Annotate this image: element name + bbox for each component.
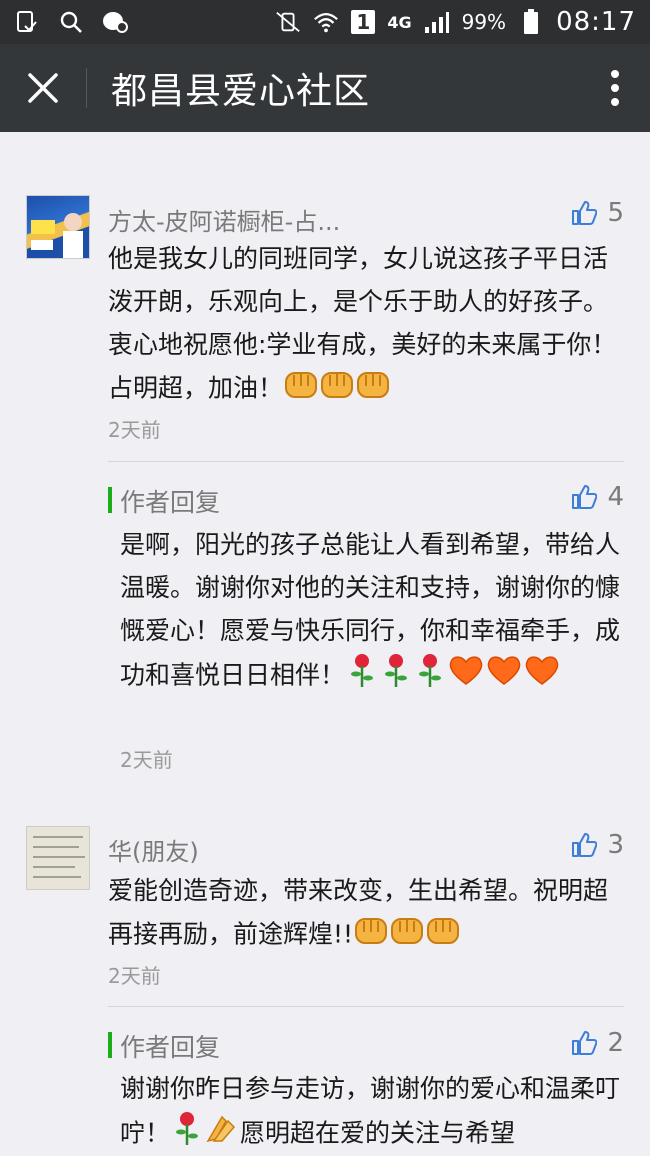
comment-time: 2天前: [108, 418, 161, 442]
reply-like-button[interactable]: 4: [571, 482, 624, 512]
clock: 08:17: [556, 7, 636, 37]
close-icon: [28, 73, 58, 103]
chat-notification-icon: [102, 9, 128, 35]
like-count: 4: [607, 482, 624, 512]
like-button[interactable]: 5: [571, 198, 624, 228]
fist-emoji-icon: [355, 366, 391, 413]
search-icon: [58, 9, 84, 35]
reply-text: 谢谢你昨日参与走访，谢谢你的爱心和温柔叮咛！ 愿明超在爱的关注与希望: [120, 1067, 630, 1156]
like-button[interactable]: 3: [571, 830, 624, 860]
fist-emoji-icon: [283, 366, 319, 413]
fist-emoji-icon: [389, 912, 425, 959]
author-reply-label: 作者回复: [120, 488, 221, 517]
author-reply-label: 作者回复: [120, 1033, 221, 1062]
avatar[interactable]: [26, 826, 90, 890]
network-type: 4G: [387, 12, 412, 32]
reply-time: 2天前: [120, 748, 173, 772]
rose-emoji-icon: [413, 652, 447, 701]
screenshot-icon: [14, 9, 40, 35]
heart-emoji-icon: [523, 653, 561, 700]
heart-emoji-icon: [447, 653, 485, 700]
reply-accent-bar: [108, 487, 112, 513]
like-count: 5: [607, 198, 624, 228]
like-count: 2: [607, 1028, 624, 1058]
page-title: 都昌县爱心社区: [111, 71, 371, 112]
divider: [108, 461, 624, 462]
vibrate-icon: [275, 9, 301, 35]
signal-icon: [424, 9, 450, 35]
title-bar: 都昌县爱心社区: [0, 44, 650, 132]
rose-emoji-icon: [379, 652, 413, 701]
commenter-name[interactable]: 华(朋友): [108, 832, 199, 867]
thumbs-up-icon: [572, 1031, 598, 1055]
thumbs-up-icon: [572, 201, 598, 225]
avatar[interactable]: [26, 195, 90, 259]
reply-like-button[interactable]: 2: [571, 1028, 624, 1058]
prayer-hands-emoji-icon: [204, 1111, 240, 1156]
sim-slot-badge: 1: [351, 10, 376, 34]
fist-emoji-icon: [425, 912, 461, 959]
like-count: 3: [607, 830, 624, 860]
more-options-button[interactable]: [580, 44, 650, 132]
fist-emoji-icon: [319, 366, 355, 413]
reply-body-continued: 愿明超在爱的关注与希望: [240, 1118, 516, 1148]
comment-text: 爱能创造奇迹，带来改变，生出希望。祝明超再接再励，前途辉煌!!: [108, 869, 628, 959]
close-button[interactable]: [0, 44, 86, 132]
reply-text: 是啊，阳光的孩子总能让人看到希望，带给人温暖。谢谢你对他的关注和支持，谢谢你的慷…: [120, 523, 630, 701]
rose-emoji-icon: [345, 652, 379, 701]
divider: [108, 1006, 624, 1007]
thumbs-up-icon: [572, 485, 598, 509]
battery-percent: 99%: [461, 10, 507, 34]
wifi-icon: [313, 9, 339, 35]
title-divider: [86, 68, 87, 108]
status-bar: 1 4G 99% 08:17: [0, 0, 650, 44]
fist-emoji-icon: [353, 912, 389, 959]
comment-text: 他是我女儿的同班同学，女儿说这孩子平日活泼开朗，乐观向上，是个乐于助人的好孩子。…: [108, 237, 628, 413]
reply-accent-bar: [108, 1032, 112, 1058]
more-vertical-icon: [611, 70, 619, 106]
comment-time: 2天前: [108, 964, 161, 988]
commenter-name[interactable]: 方太-皮阿诺橱柜-占...: [108, 202, 340, 237]
battery-icon: [518, 9, 544, 35]
rose-emoji-icon: [170, 1110, 204, 1156]
comments-feed[interactable]: 方太-皮阿诺橱柜-占... 5 他是我女儿的同班同学，女儿说这孩子平日活泼开朗，…: [0, 132, 650, 1156]
thumbs-up-icon: [572, 833, 598, 857]
heart-emoji-icon: [485, 653, 523, 700]
